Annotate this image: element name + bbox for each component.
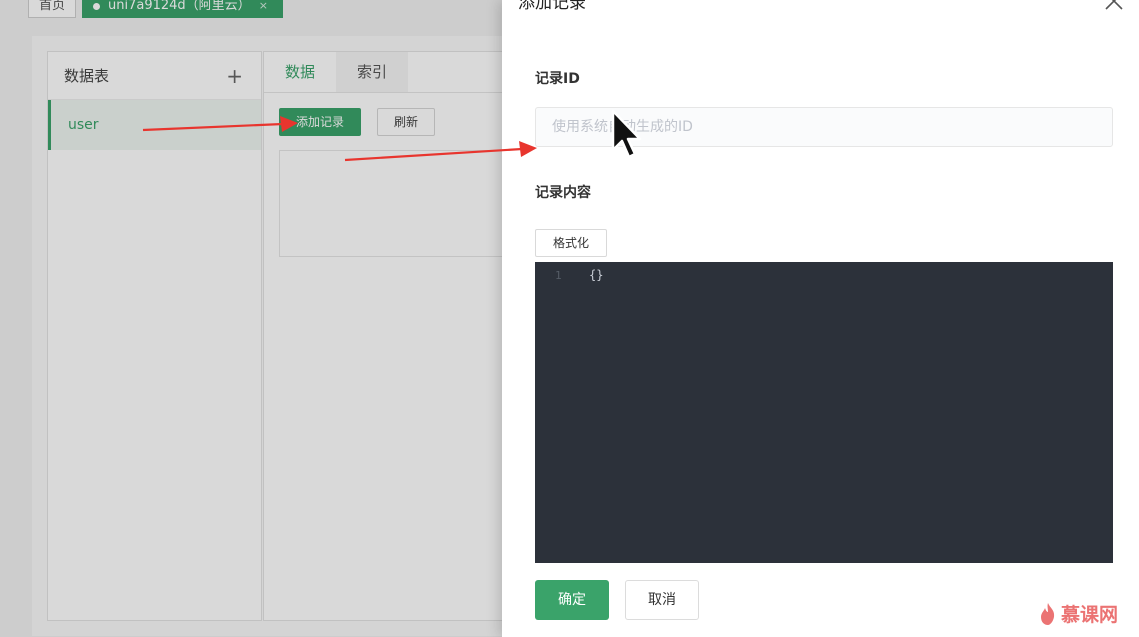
add-record-drawer: 添加记录 记录ID 记录内容 格式化 1 {} 确定 取消 慕课网 [502,0,1139,637]
watermark: 慕课网 [1039,600,1118,627]
content-toolbar: 添加记录 刷新 [279,108,436,136]
table-item-user[interactable]: user [48,100,261,150]
watermark-text: 慕课网 [1061,604,1119,626]
tab-close-icon[interactable]: × [259,0,268,17]
flame-icon [1041,602,1055,625]
tables-header: 数据表 + [48,52,261,100]
top-tab-bar: 首页 uni7a9124d（阿里云） × [28,0,283,18]
tables-panel: 数据表 + user [47,51,262,621]
record-content-label: 记录内容 [535,185,591,201]
json-editor[interactable]: 1 {} [535,262,1113,563]
content-tabs: 数据 索引 [264,52,512,93]
records-table [279,150,516,257]
tab-index[interactable]: 索引 [336,52,408,92]
cursor-icon [611,109,642,159]
confirm-button[interactable]: 确定 [535,580,609,620]
add-record-button[interactable]: 添加记录 [279,108,362,136]
close-icon[interactable] [1103,0,1125,12]
tables-title: 数据表 [64,67,110,85]
record-id-label: 记录ID [535,71,580,87]
tab-data[interactable]: 数据 [264,52,336,92]
code-line[interactable]: {} [589,268,603,282]
tab-space-label: uni7a9124d（阿里云） [108,0,251,13]
tab-home[interactable]: 首页 [28,0,77,18]
format-button[interactable]: 格式化 [535,229,607,257]
plus-icon[interactable]: + [226,66,243,86]
drawer-title: 添加记录 [518,0,586,13]
line-number: 1 [555,269,562,282]
refresh-button[interactable]: 刷新 [377,108,436,136]
cancel-button[interactable]: 取消 [625,580,699,620]
status-dot [93,2,101,10]
tab-space[interactable]: uni7a9124d（阿里云） × [82,0,283,18]
content-panel: 数据 索引 添加记录 刷新 [263,51,516,621]
